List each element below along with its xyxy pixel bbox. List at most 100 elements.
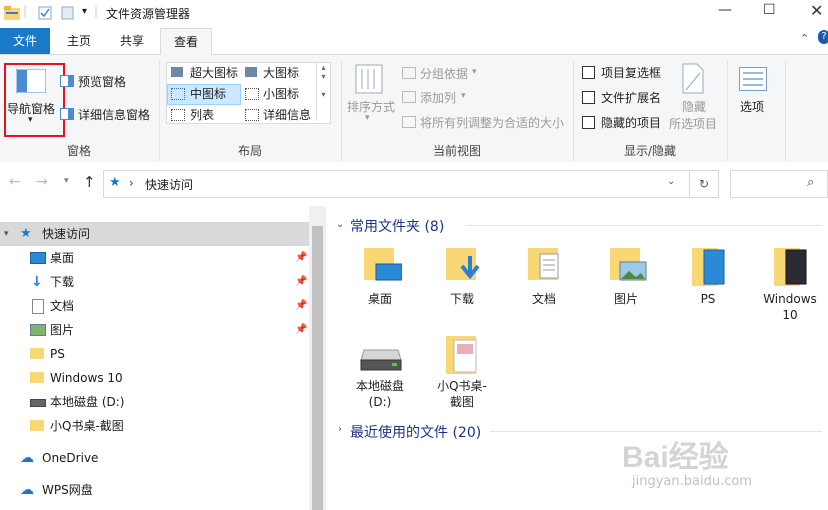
add-column-button[interactable]: 添加列 [420,89,456,106]
hide-selected-line2[interactable]: 所选项目 [669,115,717,132]
title-bar: | ▾ | 文件资源管理器 — ☐ ✕ [0,0,828,28]
group-label-current-view: 当前视图 [432,144,481,158]
maximize-button[interactable]: ☐ [763,2,776,18]
sort-dropdown-icon: ▾ [365,113,370,123]
tile-ps[interactable]: PS [668,242,748,322]
quick-access-star-icon: ★ [109,175,121,190]
recent-header[interactable]: 最近使用的文件 (20) [350,422,481,442]
tab-share[interactable]: 共享 [107,28,157,54]
minimize-button[interactable]: — [718,2,732,18]
options-icon [739,67,767,91]
drive-icon [360,349,402,371]
up-button[interactable]: ↑ [83,173,96,191]
nav-item-ps[interactable]: PS [0,342,310,366]
tile-screenshots[interactable]: 小Q书桌- 截图 [422,330,502,414]
frequent-header[interactable]: 常用文件夹 (8) [350,216,444,236]
tile-downloads[interactable]: 下载 [422,242,502,322]
scrollbar-thumb[interactable] [312,226,323,510]
close-button[interactable]: ✕ [810,1,823,20]
nav-onedrive[interactable]: ☁ OneDrive [0,446,310,470]
tile-local-disk[interactable]: 本地磁盘 (D:) [340,330,420,414]
nav-wps[interactable]: ☁ WPS网盘 [0,478,310,502]
breadcrumb[interactable]: 快速访问 [145,176,193,193]
preview-pane-button[interactable]: 预览窗格 [78,73,126,90]
screenshots-folder-icon [446,336,477,374]
header-rule [466,225,822,226]
collapse-ribbon-icon[interactable]: ⌃ [800,32,809,45]
tile-windows10[interactable]: Windows 10 [750,242,828,322]
group-by-icon [402,67,416,79]
ribbon: 导航窗格 ▾ 预览窗格 详细信息窗格 窗格 超大图标 大图标 中图标 小图标 列… [0,55,828,163]
pin-icon: 📌 [295,324,308,335]
search-input[interactable]: ⌕ [730,170,828,198]
nav-item-windows10[interactable]: Windows 10 [0,366,310,390]
layout-list[interactable]: 列表 [190,106,214,123]
tile-label: 桌面 [367,292,392,306]
layout-extra-large[interactable]: 超大图标 [190,64,238,81]
tile-desktop[interactable]: 桌面 [340,242,420,322]
nav-item-downloads[interactable]: ↓ 下载 📌 [0,270,310,294]
extra-large-icons-icon [171,67,183,77]
nav-item-label: 本地磁盘 (D:) [50,395,125,409]
hidden-items-label[interactable]: 隐藏的项目 [601,114,661,131]
new-folder-icon[interactable] [61,6,75,20]
back-button[interactable]: ← [9,174,21,190]
address-dropdown-icon[interactable]: ⌄ [667,176,675,187]
nav-item-label: 桌面 [50,251,75,265]
layout-details[interactable]: 详细信息 [263,106,311,123]
nav-item-screenshots[interactable]: 小Q书桌-截图 [0,414,310,438]
nav-pane-button[interactable]: 导航窗格 ▾ [4,63,65,137]
refresh-button[interactable]: ↻ [689,170,719,198]
tile-documents[interactable]: 文档 [504,242,584,322]
collapse-icon[interactable]: ⌄ [336,219,344,230]
item-checkbox-label[interactable]: 项目复选框 [601,64,661,81]
ps-folder-icon [692,248,725,286]
hide-selected-icon [682,63,704,94]
nav-item-label: 下载 [50,275,75,289]
properties-icon[interactable] [38,6,52,20]
tab-view[interactable]: 查看 [160,28,212,56]
group-by-button[interactable]: 分组依据 [420,65,468,82]
tab-home[interactable]: 主页 [54,28,104,54]
fit-columns-button[interactable]: 将所有列调整为合适的大小 [420,114,564,131]
layout-large[interactable]: 大图标 [263,64,299,81]
file-ext-label[interactable]: 文件扩展名 [601,89,661,106]
hidden-items-checkbox[interactable] [582,116,595,129]
file-ext-checkbox[interactable] [582,91,595,104]
nav-item-label: OneDrive [42,451,99,465]
tile-label: Windows 10 [763,292,817,322]
tile-pictures[interactable]: 图片 [586,242,666,322]
content-pane: ⌄ 常用文件夹 (8) 桌面 下载 文档 图片 PS Windows 10 本地… [326,206,828,510]
sort-button[interactable]: 排序方式 [347,98,395,115]
nav-item-documents[interactable]: 文档 📌 [0,294,310,318]
layout-small[interactable]: 小图标 [263,85,299,102]
preview-pane-icon [60,75,74,87]
address-input[interactable]: ★ › 快速访问 ⌄ [103,170,690,198]
desktop-folder-icon [364,248,402,281]
nav-item-pictures[interactable]: 图片 📌 [0,318,310,342]
tab-file[interactable]: 文件 [0,28,50,54]
details-icon [245,109,259,121]
expand-icon[interactable]: › [338,424,342,435]
options-button[interactable]: 选项 [740,98,764,115]
nav-item-label: WPS网盘 [42,483,93,497]
item-checkbox-check[interactable] [582,66,595,79]
layout-medium[interactable]: 中图标 [190,85,226,102]
quick-toolbar-dropdown-icon[interactable]: ▾ [82,6,87,17]
hide-selected-line1[interactable]: 隐藏 [682,98,706,115]
folder-icon [30,348,44,359]
nav-scrollbar[interactable] [309,206,326,510]
document-icon [32,299,44,314]
recent-locations-icon[interactable]: ▾ [64,176,69,186]
nav-item-desktop[interactable]: 桌面 📌 [0,246,310,270]
forward-button[interactable]: → [36,174,48,190]
details-pane-button[interactable]: 详细信息窗格 [78,106,150,123]
nav-quick-access[interactable]: ▾ ★ 快速访问 [0,222,310,246]
nav-item-local-disk[interactable]: 本地磁盘 (D:) [0,390,310,414]
search-icon: ⌕ [807,175,815,190]
layout-scroll[interactable]: ▴ ▾ ▾ [316,63,330,121]
help-icon[interactable]: ? [818,30,828,44]
expand-icon[interactable]: ▾ [4,222,9,246]
downloads-folder-icon [446,248,480,280]
nav-item-label: 文档 [50,299,75,313]
